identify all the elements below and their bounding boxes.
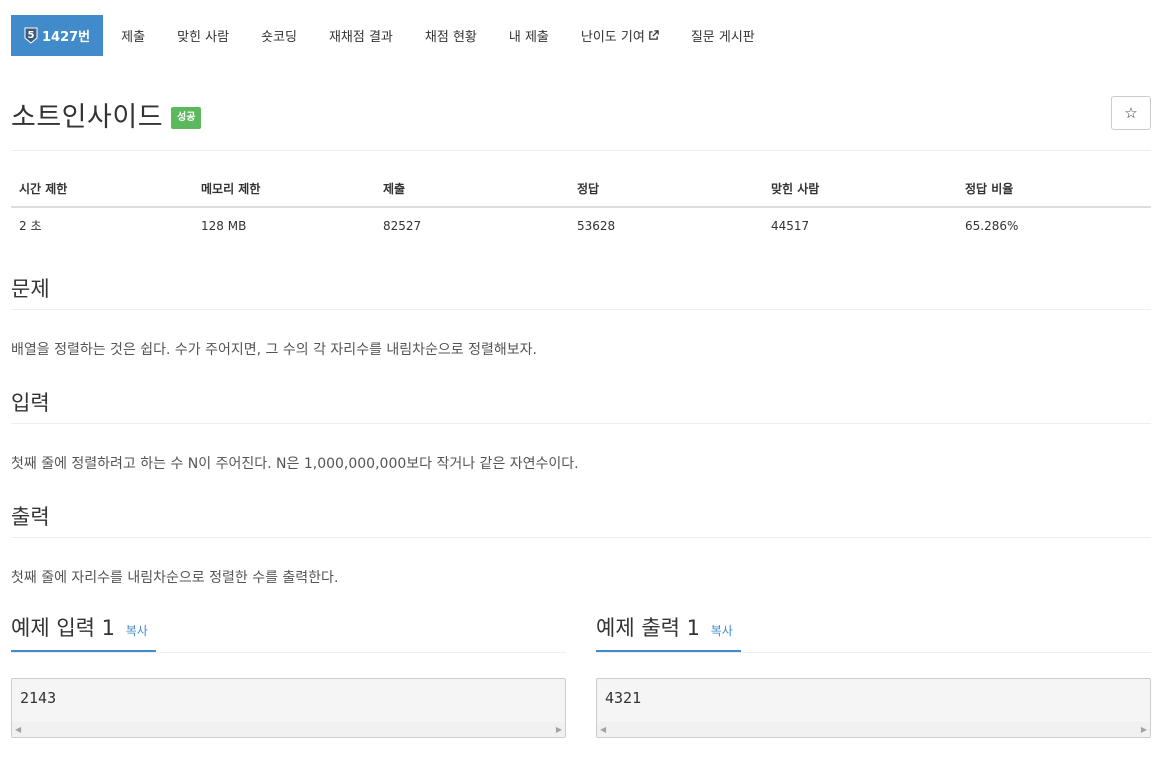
input-text: 첫째 줄에 정렬하려고 하는 수 N이 주어진다. N은 1,000,000,0…	[11, 456, 579, 472]
tab-problem[interactable]: 5 1427번	[11, 15, 104, 56]
section-title-input: 입력	[11, 391, 50, 415]
sample-input-panel: 예제 입력 1 복사 2143 ◀ ▶	[11, 612, 566, 738]
status-badge: 성공	[171, 107, 202, 129]
sample-input-content: 2143	[20, 689, 57, 707]
value-accept-ratio: 65.286%	[965, 218, 1019, 233]
header-memory-limit: 메모리 제한	[193, 170, 375, 208]
section-title-output: 출력	[11, 505, 50, 529]
scroll-left-icon[interactable]: ◀	[600, 725, 606, 734]
header-time-limit: 시간 제한	[11, 170, 193, 208]
scroll-left-icon[interactable]: ◀	[15, 725, 21, 734]
value-accepted: 53628	[577, 218, 616, 233]
tab-submit[interactable]: 제출	[103, 15, 161, 56]
problem-title-row: 소트인사이드 성공	[11, 94, 202, 134]
output-text: 첫째 줄에 자리수를 내림차순으로 정렬한 수를 출력한다.	[11, 570, 339, 586]
problem-tab-bar: 5 1427번 제출 맞힌 사람 숏코딩 재채점 결과 채점 현황 내 제출 난…	[11, 15, 771, 56]
tab-question-board[interactable]: 질문 게시판	[675, 15, 771, 56]
table-row: 2 초 128 MB 82527 53628 44517 65.286%	[11, 207, 1151, 242]
tab-rejudge-results[interactable]: 재채점 결과	[313, 15, 409, 56]
table-header-row: 시간 제한 메모리 제한 제출 정답 맞힌 사람 정답 비율	[11, 170, 1151, 208]
header-solved-users: 맞힌 사람	[763, 170, 957, 208]
value-memory-limit: 128 MB	[201, 218, 247, 233]
star-icon: ☆	[1124, 105, 1138, 122]
description-text: 배열을 정렬하는 것은 쉽다. 수가 주어지면, 그 수의 각 자리수를 내림차…	[11, 342, 537, 358]
horizontal-scrollbar[interactable]: ◀ ▶	[597, 722, 1150, 737]
title-divider	[11, 150, 1151, 151]
external-link-icon	[649, 30, 659, 40]
value-submissions: 82527	[383, 218, 422, 233]
sample-output-panel: 예제 출력 1 복사 4321 ◀ ▶	[596, 612, 1151, 738]
scroll-right-icon[interactable]: ▶	[1141, 725, 1147, 734]
scroll-right-icon[interactable]: ▶	[556, 725, 562, 734]
value-solved-users: 44517	[771, 218, 810, 233]
tab-my-submissions[interactable]: 내 제출	[493, 15, 565, 56]
copy-sample-input-link[interactable]: 복사	[126, 624, 148, 638]
sample-output-title: 예제 출력 1 복사	[596, 612, 741, 652]
sample-input-box[interactable]: 2143 ◀ ▶	[11, 678, 566, 738]
tab-solved-users[interactable]: 맞힌 사람	[161, 15, 245, 56]
copy-sample-output-link[interactable]: 복사	[711, 624, 733, 638]
section-title-description: 문제	[11, 277, 50, 301]
section-divider	[11, 423, 1151, 424]
header-accepted: 정답	[569, 170, 763, 208]
sample-output-box[interactable]: 4321 ◀ ▶	[596, 678, 1151, 738]
value-time-limit: 2 초	[19, 219, 42, 233]
problem-info-table: 시간 제한 메모리 제한 제출 정답 맞힌 사람 정답 비율 2 초 128 M…	[11, 170, 1151, 242]
page-title: 소트인사이드	[11, 101, 164, 133]
section-divider	[11, 309, 1151, 310]
horizontal-scrollbar[interactable]: ◀ ▶	[12, 722, 565, 737]
problem-number: 1427번	[42, 30, 91, 45]
favorite-button[interactable]: ☆	[1111, 96, 1151, 130]
tab-short-coding[interactable]: 숏코딩	[245, 15, 313, 56]
section-divider	[596, 652, 1151, 653]
sample-output-content: 4321	[605, 689, 642, 707]
sample-input-title: 예제 입력 1 복사	[11, 612, 156, 652]
section-divider	[11, 537, 1151, 538]
section-divider	[11, 652, 566, 653]
tab-judge-status[interactable]: 채점 현황	[409, 15, 493, 56]
header-submissions: 제출	[375, 170, 569, 208]
tab-difficulty-contribution[interactable]: 난이도 기여	[565, 15, 675, 56]
header-accept-ratio: 정답 비율	[957, 170, 1151, 208]
tier-badge-icon: 5	[24, 27, 38, 44]
